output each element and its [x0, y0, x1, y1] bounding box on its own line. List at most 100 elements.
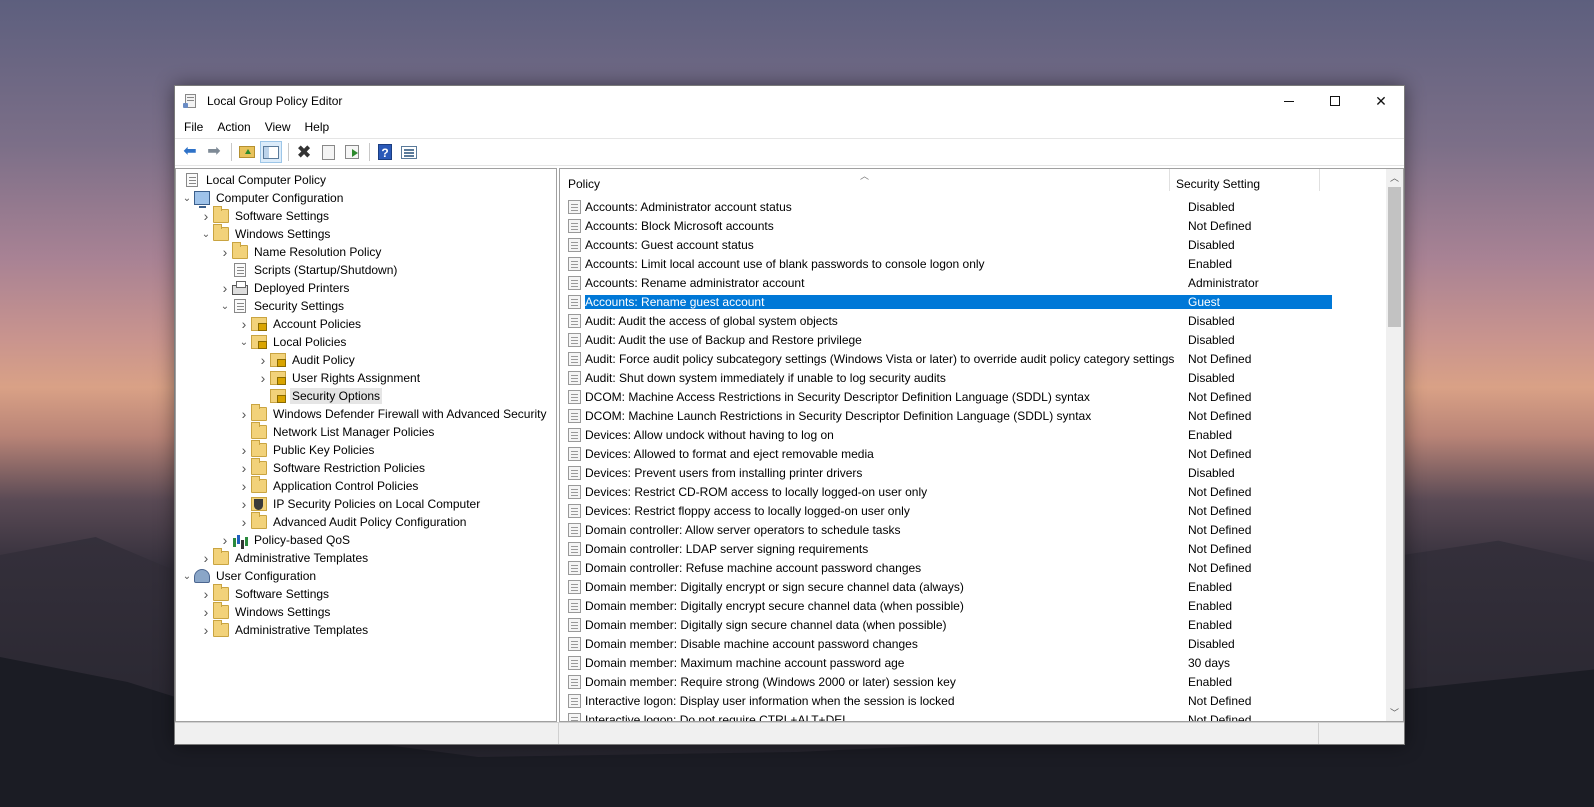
policy-row[interactable]: Interactive logon: Display user informat…	[560, 691, 1385, 710]
scroll-down-arrow-icon[interactable]: ﹀	[1386, 704, 1403, 721]
tree-item-application-control-policies[interactable]: › Application Control Policies	[176, 476, 556, 495]
tree-item-ip-security-policies-on-local-computer[interactable]: › IP Security Policies on Local Computer	[176, 495, 556, 513]
tree-item-scripts-startup-shutdown[interactable]: Scripts (Startup/Shutdown)	[176, 261, 556, 279]
vertical-scrollbar[interactable]: ︿ ﹀	[1386, 169, 1403, 721]
tree-item-name-resolution-policy[interactable]: › Name Resolution Policy	[176, 242, 556, 261]
show-hide-console-tree-button[interactable]	[260, 141, 282, 163]
tree-item-local-policies[interactable]: ⌄ Local Policies	[176, 333, 556, 351]
expand-chevron-icon[interactable]: ›	[237, 405, 251, 423]
expand-chevron-icon[interactable]: ›	[199, 549, 213, 567]
tree-item-user-configuration[interactable]: ⌄ User Configuration	[176, 567, 556, 585]
back-button[interactable]: ⬅	[179, 141, 201, 163]
policy-row[interactable]: Domain member: Digitally sign secure cha…	[560, 615, 1385, 634]
expand-chevron-icon[interactable]: ›	[218, 243, 232, 261]
locked-folder-icon	[251, 317, 267, 331]
expand-chevron-icon[interactable]: ›	[256, 369, 270, 387]
expand-chevron-icon[interactable]: ›	[199, 621, 213, 639]
title-bar[interactable]: Local Group Policy Editor ✕	[175, 86, 1404, 116]
tree-item-computer-configuration[interactable]: ⌄ Computer Configuration	[176, 189, 556, 208]
policy-row[interactable]: Devices: Prevent users from installing p…	[560, 463, 1385, 482]
tree-item-windows-settings[interactable]: › Windows Settings	[176, 602, 556, 621]
menu-file[interactable]: File	[177, 116, 210, 138]
menu-action[interactable]: Action	[210, 116, 257, 138]
tree-item-software-settings[interactable]: › Software Settings	[176, 206, 556, 225]
collapse-chevron-icon[interactable]: ⌄	[218, 297, 232, 315]
menu-help[interactable]: Help	[298, 116, 337, 138]
policy-row[interactable]: Domain member: Maximum machine account p…	[560, 653, 1385, 672]
expand-chevron-icon[interactable]: ›	[237, 513, 251, 531]
collapse-chevron-icon[interactable]: ⌄	[237, 333, 251, 351]
policy-row[interactable]: Audit: Shut down system immediately if u…	[560, 368, 1385, 387]
close-button[interactable]: ✕	[1358, 86, 1404, 116]
column-header-security-setting[interactable]: Security Setting	[1170, 169, 1320, 191]
tree-item-account-policies[interactable]: › Account Policies	[176, 315, 556, 333]
maximize-button[interactable]	[1312, 86, 1358, 116]
tree-item-user-rights-assignment[interactable]: › User Rights Assignment	[176, 369, 556, 387]
expand-chevron-icon[interactable]: ›	[237, 477, 251, 495]
policy-row[interactable]: Accounts: Administrator account status Di…	[560, 197, 1385, 216]
policy-name: Devices: Prevent users from installing p…	[585, 465, 863, 480]
tree-item-network-list-manager-policies[interactable]: Network List Manager Policies	[176, 422, 556, 441]
policy-row[interactable]: Interactive logon: Do not require CTRL+A…	[560, 710, 1385, 721]
collapse-chevron-icon[interactable]: ⌄	[180, 189, 194, 207]
policy-row[interactable]: Audit: Audit the use of Backup and Resto…	[560, 330, 1385, 349]
policy-row[interactable]: Accounts: Rename administrator account Ad…	[560, 273, 1385, 292]
policy-row[interactable]: Domain controller: Refuse machine accoun…	[560, 558, 1385, 577]
tree-item-windows-settings[interactable]: ⌄ Windows Settings	[176, 224, 556, 243]
tree-item-administrative-templates[interactable]: › Administrative Templates	[176, 548, 556, 567]
minimize-button[interactable]	[1266, 86, 1312, 116]
expand-chevron-icon[interactable]: ›	[199, 585, 213, 603]
tree-item-security-options[interactable]: Security Options	[176, 387, 556, 405]
export-list-button[interactable]	[341, 141, 363, 163]
tree-item-software-settings[interactable]: › Software Settings	[176, 584, 556, 603]
policy-row[interactable]: Devices: Restrict CD-ROM access to local…	[560, 482, 1385, 501]
tree-item-deployed-printers[interactable]: › Deployed Printers	[176, 279, 556, 297]
policy-row[interactable]: Devices: Allow undock without having to …	[560, 425, 1385, 444]
scrollbar-thumb[interactable]	[1388, 187, 1401, 327]
expand-chevron-icon[interactable]: ›	[218, 279, 232, 297]
policy-row[interactable]: Accounts: Guest account status Disabled	[560, 235, 1385, 254]
expand-chevron-icon[interactable]: ›	[199, 207, 213, 225]
help-button[interactable]: ?	[374, 141, 396, 163]
expand-chevron-icon[interactable]: ›	[199, 603, 213, 621]
expand-chevron-icon[interactable]: ›	[256, 351, 270, 369]
policy-row[interactable]: Domain member: Require strong (Windows 2…	[560, 672, 1385, 691]
menu-view[interactable]: View	[258, 116, 298, 138]
tree-item-local-computer-policy[interactable]: Local Computer Policy	[176, 171, 556, 189]
expand-chevron-icon[interactable]: ›	[237, 315, 251, 333]
tree-item-software-restriction-policies[interactable]: › Software Restriction Policies	[176, 458, 556, 477]
show-hide-action-pane-button[interactable]	[398, 141, 420, 163]
tree-item-public-key-policies[interactable]: › Public Key Policies	[176, 440, 556, 459]
delete-button[interactable]: ✖	[293, 141, 315, 163]
tree-item-security-settings[interactable]: ⌄ Security Settings	[176, 297, 556, 315]
tree-item-administrative-templates[interactable]: › Administrative Templates	[176, 620, 556, 639]
policy-row[interactable]: Devices: Allowed to format and eject rem…	[560, 444, 1385, 463]
expand-chevron-icon[interactable]: ›	[237, 441, 251, 459]
tree-item-windows-defender-firewall-with-advanced-security[interactable]: › Windows Defender Firewall with Advanced…	[176, 404, 556, 423]
policy-row[interactable]: Devices: Restrict floppy access to local…	[560, 501, 1385, 520]
properties-button[interactable]	[317, 141, 339, 163]
tree-item-policy-based-qos[interactable]: › Policy-based QoS	[176, 531, 556, 549]
policy-row[interactable]: Accounts: Limit local account use of bla…	[560, 254, 1385, 273]
policy-row[interactable]: DCOM: Machine Launch Restrictions in Sec…	[560, 406, 1385, 425]
tree-item-audit-policy[interactable]: › Audit Policy	[176, 351, 556, 369]
scroll-up-arrow-icon[interactable]: ︿	[1386, 169, 1403, 186]
forward-button[interactable]: ➡	[203, 141, 225, 163]
policy-row[interactable]: Domain controller: LDAP server signing r…	[560, 539, 1385, 558]
policy-row[interactable]: Accounts: Block Microsoft accounts Not De…	[560, 216, 1385, 235]
policy-row[interactable]: Domain controller: Allow server operator…	[560, 520, 1385, 539]
policy-row[interactable]: Domain member: Disable machine account p…	[560, 634, 1385, 653]
policy-row[interactable]: Audit: Force audit policy subcategory se…	[560, 349, 1385, 368]
policy-row[interactable]: Audit: Audit the access of global system…	[560, 311, 1385, 330]
policy-row[interactable]: Domain member: Digitally encrypt or sign…	[560, 577, 1385, 596]
tree-item-advanced-audit-policy-configuration[interactable]: › Advanced Audit Policy Configuration	[176, 512, 556, 531]
expand-chevron-icon[interactable]: ›	[237, 459, 251, 477]
expand-chevron-icon[interactable]: ›	[218, 531, 232, 549]
expand-chevron-icon[interactable]: ›	[237, 495, 251, 513]
collapse-chevron-icon[interactable]: ⌄	[199, 225, 213, 243]
policy-row-selected[interactable]: Accounts: Rename guest account Guest	[560, 292, 1385, 311]
policy-row[interactable]: Domain member: Digitally encrypt secure …	[560, 596, 1385, 615]
policy-row[interactable]: DCOM: Machine Access Restrictions in Sec…	[560, 387, 1385, 406]
up-one-level-button[interactable]	[236, 141, 258, 163]
collapse-chevron-icon[interactable]: ⌄	[180, 567, 194, 585]
